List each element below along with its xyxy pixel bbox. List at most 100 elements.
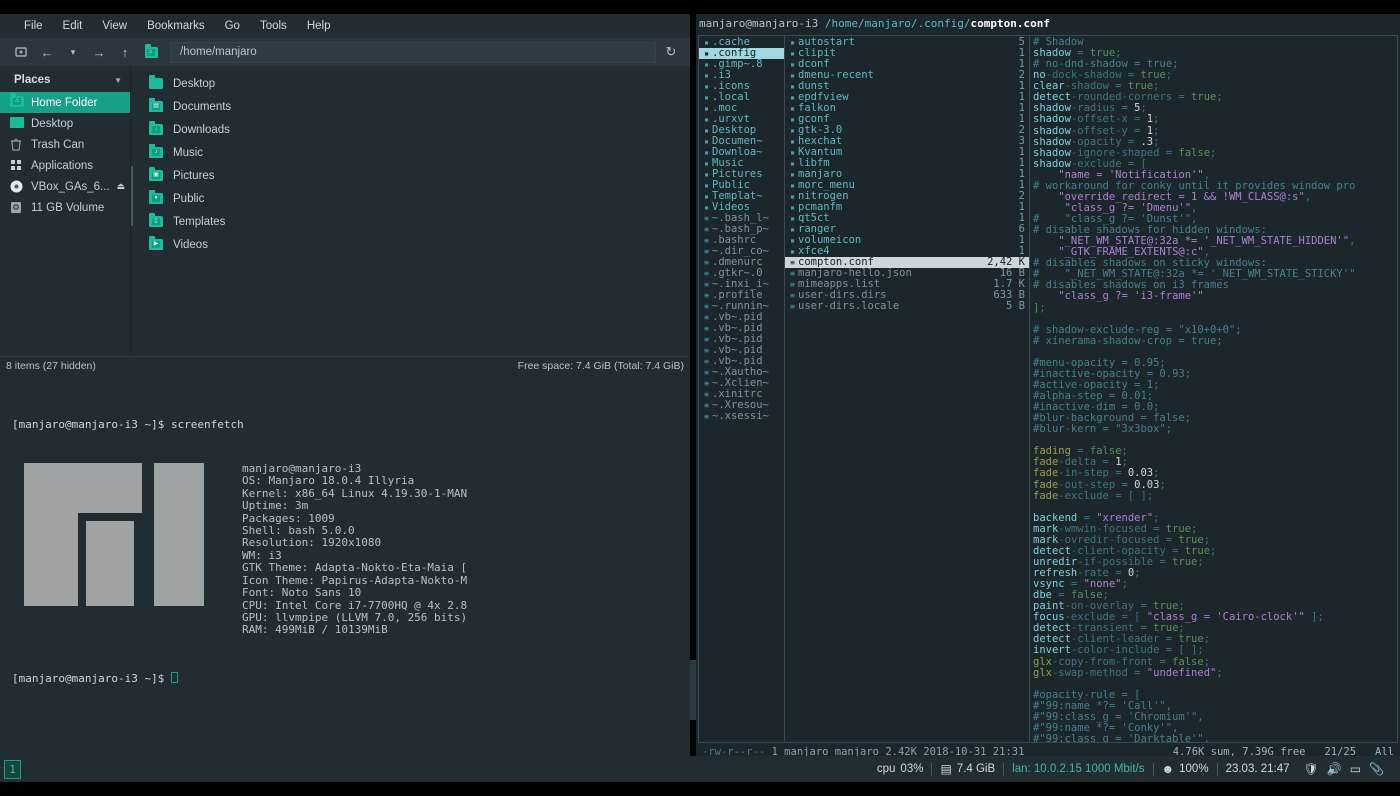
menu-tools[interactable]: Tools	[250, 18, 297, 34]
ranger-file-item[interactable]: ▪pcmanfm1	[785, 202, 1029, 213]
ranger-parent-item[interactable]: ≡~.Xresou~	[699, 400, 784, 411]
ranger-parent-item[interactable]: ▪.i3	[699, 70, 784, 81]
ranger-parent-item[interactable]: ▪Pictures	[699, 169, 784, 180]
up-icon[interactable]: ↑	[112, 41, 138, 63]
ranger-parent-item[interactable]: ≡.vb~.pid	[699, 356, 784, 367]
back-icon[interactable]: ←	[34, 41, 60, 63]
terminal-window[interactable]: [manjaro@manjaro-i3 ~]$ screenfetch manj…	[0, 386, 690, 756]
new-tab-icon[interactable]	[8, 41, 34, 63]
ranger-parent-item[interactable]: ▪.icons	[699, 81, 784, 92]
ranger-file-item[interactable]: ▪volumeicon1	[785, 235, 1029, 246]
ranger-parent-item[interactable]: ≡~.xsessi~	[699, 411, 784, 422]
eject-icon[interactable]: ⏏	[117, 181, 126, 192]
ranger-parent-item[interactable]: ▪Videos	[699, 202, 784, 213]
ranger-parent-item[interactable]: ≡.profile	[699, 290, 784, 301]
ranger-file-item[interactable]: ≡mimeapps.list1.7 K	[785, 279, 1029, 290]
place-item-home-folder-icon[interactable]: ⌂Home Folder	[0, 92, 130, 113]
ranger-parent-item[interactable]: ▪Public	[699, 180, 784, 191]
menu-go[interactable]: Go	[215, 18, 250, 34]
ranger-parent-item[interactable]: ▪.cache	[699, 37, 784, 48]
ranger-file-item[interactable]: ▪epdfview1	[785, 92, 1029, 103]
ranger-file-item[interactable]: ▪falkon1	[785, 103, 1029, 114]
chevron-down-icon[interactable]: ▾	[60, 41, 86, 63]
ranger-parent-item[interactable]: ▪.config	[699, 48, 784, 59]
file-item[interactable]: ♪Music	[131, 141, 690, 164]
ranger-parent-item[interactable]: ▪Templat~	[699, 191, 784, 202]
menu-file[interactable]: File	[14, 18, 53, 34]
place-item-drive-icon[interactable]: 11 GB Volume	[0, 197, 130, 218]
menu-bookmarks[interactable]: Bookmarks	[137, 18, 215, 34]
shield-icon[interactable]: 🛡	[1304, 762, 1319, 776]
ranger-parent-item[interactable]: ▪Downloa~	[699, 147, 784, 158]
ranger-file-item[interactable]: ≡user-dirs.dirs633 B	[785, 290, 1029, 301]
file-item[interactable]: ▶Videos	[131, 233, 690, 256]
ranger-parent-item[interactable]: ≡.vb~.pid	[699, 334, 784, 345]
file-item[interactable]: ▤Documents	[131, 95, 690, 118]
ranger-file-item[interactable]: ▪Kvantum1	[785, 147, 1029, 158]
ranger-parent-item[interactable]: ▪.local	[699, 92, 784, 103]
display-icon[interactable]: ▭	[1350, 762, 1361, 776]
ranger-file-item[interactable]: ▪morc_menu1	[785, 180, 1029, 191]
clock[interactable]: 23.03. 21:47	[1218, 763, 1298, 775]
home-folder-icon[interactable]: ⌂	[138, 41, 164, 63]
ranger-parent-item[interactable]: ≡~.Xclien~	[699, 378, 784, 389]
file-item[interactable]: ♦Public	[131, 187, 690, 210]
menu-help[interactable]: Help	[297, 18, 341, 34]
ranger-parent-item[interactable]: ≡~.bash_p~	[699, 224, 784, 235]
ranger-file-item[interactable]: ≡user-dirs.locale5 B	[785, 301, 1029, 312]
ranger-parent-item[interactable]: ≡.bashrc	[699, 235, 784, 246]
battery-indicator[interactable]: ☻ 100%	[1154, 762, 1217, 776]
file-item[interactable]: ↓Downloads	[131, 118, 690, 141]
ranger-file-item[interactable]: ▪qt5ct1	[785, 213, 1029, 224]
memory-indicator[interactable]: ▤ 7.4 GiB	[932, 762, 1003, 776]
ranger-parent-item[interactable]: ≡.vb~.pid	[699, 345, 784, 356]
ranger-parent-item[interactable]: ≡.vb~.pid	[699, 323, 784, 334]
workspace-button-1[interactable]: 1	[4, 760, 21, 779]
ranger-file-item[interactable]: ▪gtk-3.02	[785, 125, 1029, 136]
network-indicator[interactable]: lan: 10.0.2.15 1000 Mbit/s	[1004, 763, 1152, 775]
ranger-file-item[interactable]: ≡manjaro-hello.json16 B	[785, 268, 1029, 279]
file-item[interactable]: Desktop	[131, 72, 690, 95]
ranger-parent-item[interactable]: ≡~.Xautho~	[699, 367, 784, 378]
ranger-file-item[interactable]: ▪dunst1	[785, 81, 1029, 92]
place-item-applications-icon[interactable]: Applications	[0, 155, 130, 176]
ranger-file-item[interactable]: ▪dconf1	[785, 59, 1029, 70]
chevron-down-icon[interactable]: ▼	[114, 76, 122, 85]
ranger-parent-item[interactable]: ▪Music	[699, 158, 784, 169]
ranger-parent-item[interactable]: ≡.dmenurc	[699, 257, 784, 268]
ranger-current-pane[interactable]: ▪autostart5▪clipit1▪dconf1▪dmenu-recent2…	[785, 36, 1030, 742]
menu-view[interactable]: View	[92, 18, 137, 34]
forward-icon[interactable]: →	[86, 41, 112, 63]
ranger-file-item[interactable]: ▪clipit1	[785, 48, 1029, 59]
ranger-parent-item[interactable]: ▪Documen~	[699, 136, 784, 147]
ranger-file-item[interactable]: ▪hexchat3	[785, 136, 1029, 147]
ranger-parent-item[interactable]: ≡.gtkr~.0	[699, 268, 784, 279]
ranger-file-item[interactable]: ▪autostart5	[785, 37, 1029, 48]
reload-icon[interactable]: ↻	[660, 44, 682, 60]
file-item[interactable]: ▯Templates	[131, 210, 690, 233]
ranger-parent-item[interactable]: ▪.urxvt	[699, 114, 784, 125]
place-item-optical-disc-icon[interactable]: VBox_GAs_6...⏏	[0, 176, 130, 197]
ranger-parent-item[interactable]: ≡.xinitrc	[699, 389, 784, 400]
file-item[interactable]: ▣Pictures	[131, 164, 690, 187]
ranger-file-item[interactable]: ▪dmenu-recent2	[785, 70, 1029, 81]
ranger-parent-item[interactable]: ▪.moc	[699, 103, 784, 114]
ranger-file-item[interactable]: ▪manjaro1	[785, 169, 1029, 180]
ranger-parent-item[interactable]: ▪.gimp~.8	[699, 59, 784, 70]
ranger-file-item[interactable]: ▪gconf1	[785, 114, 1029, 125]
ranger-parent-item[interactable]: ≡.vb~.pid	[699, 312, 784, 323]
ranger-parent-item[interactable]: ≡~.inxi_i~	[699, 279, 784, 290]
ranger-parent-pane[interactable]: ▪.cache▪.config▪.gimp~.8▪.i3▪.icons▪.loc…	[699, 36, 785, 742]
place-item-desktop-icon[interactable]: Desktop	[0, 113, 130, 134]
place-item-trash-icon[interactable]: Trash Can	[0, 134, 130, 155]
menu-edit[interactable]: Edit	[53, 18, 93, 34]
volume-icon[interactable]: 🔊	[1327, 762, 1342, 776]
ranger-parent-item[interactable]: ▪Desktop	[699, 125, 784, 136]
path-input[interactable]: /home/manjaro	[170, 42, 656, 63]
ranger-file-item[interactable]: ▪ranger6	[785, 224, 1029, 235]
ranger-file-item[interactable]: ▪nitrogen2	[785, 191, 1029, 202]
ranger-file-item[interactable]: ≡compton.conf2,42 K	[785, 257, 1029, 268]
ranger-parent-item[interactable]: ≡~.dir_co~	[699, 246, 784, 257]
ranger-file-item[interactable]: ▪libfm1	[785, 158, 1029, 169]
ranger-parent-item[interactable]: ≡~.runnin~	[699, 301, 784, 312]
